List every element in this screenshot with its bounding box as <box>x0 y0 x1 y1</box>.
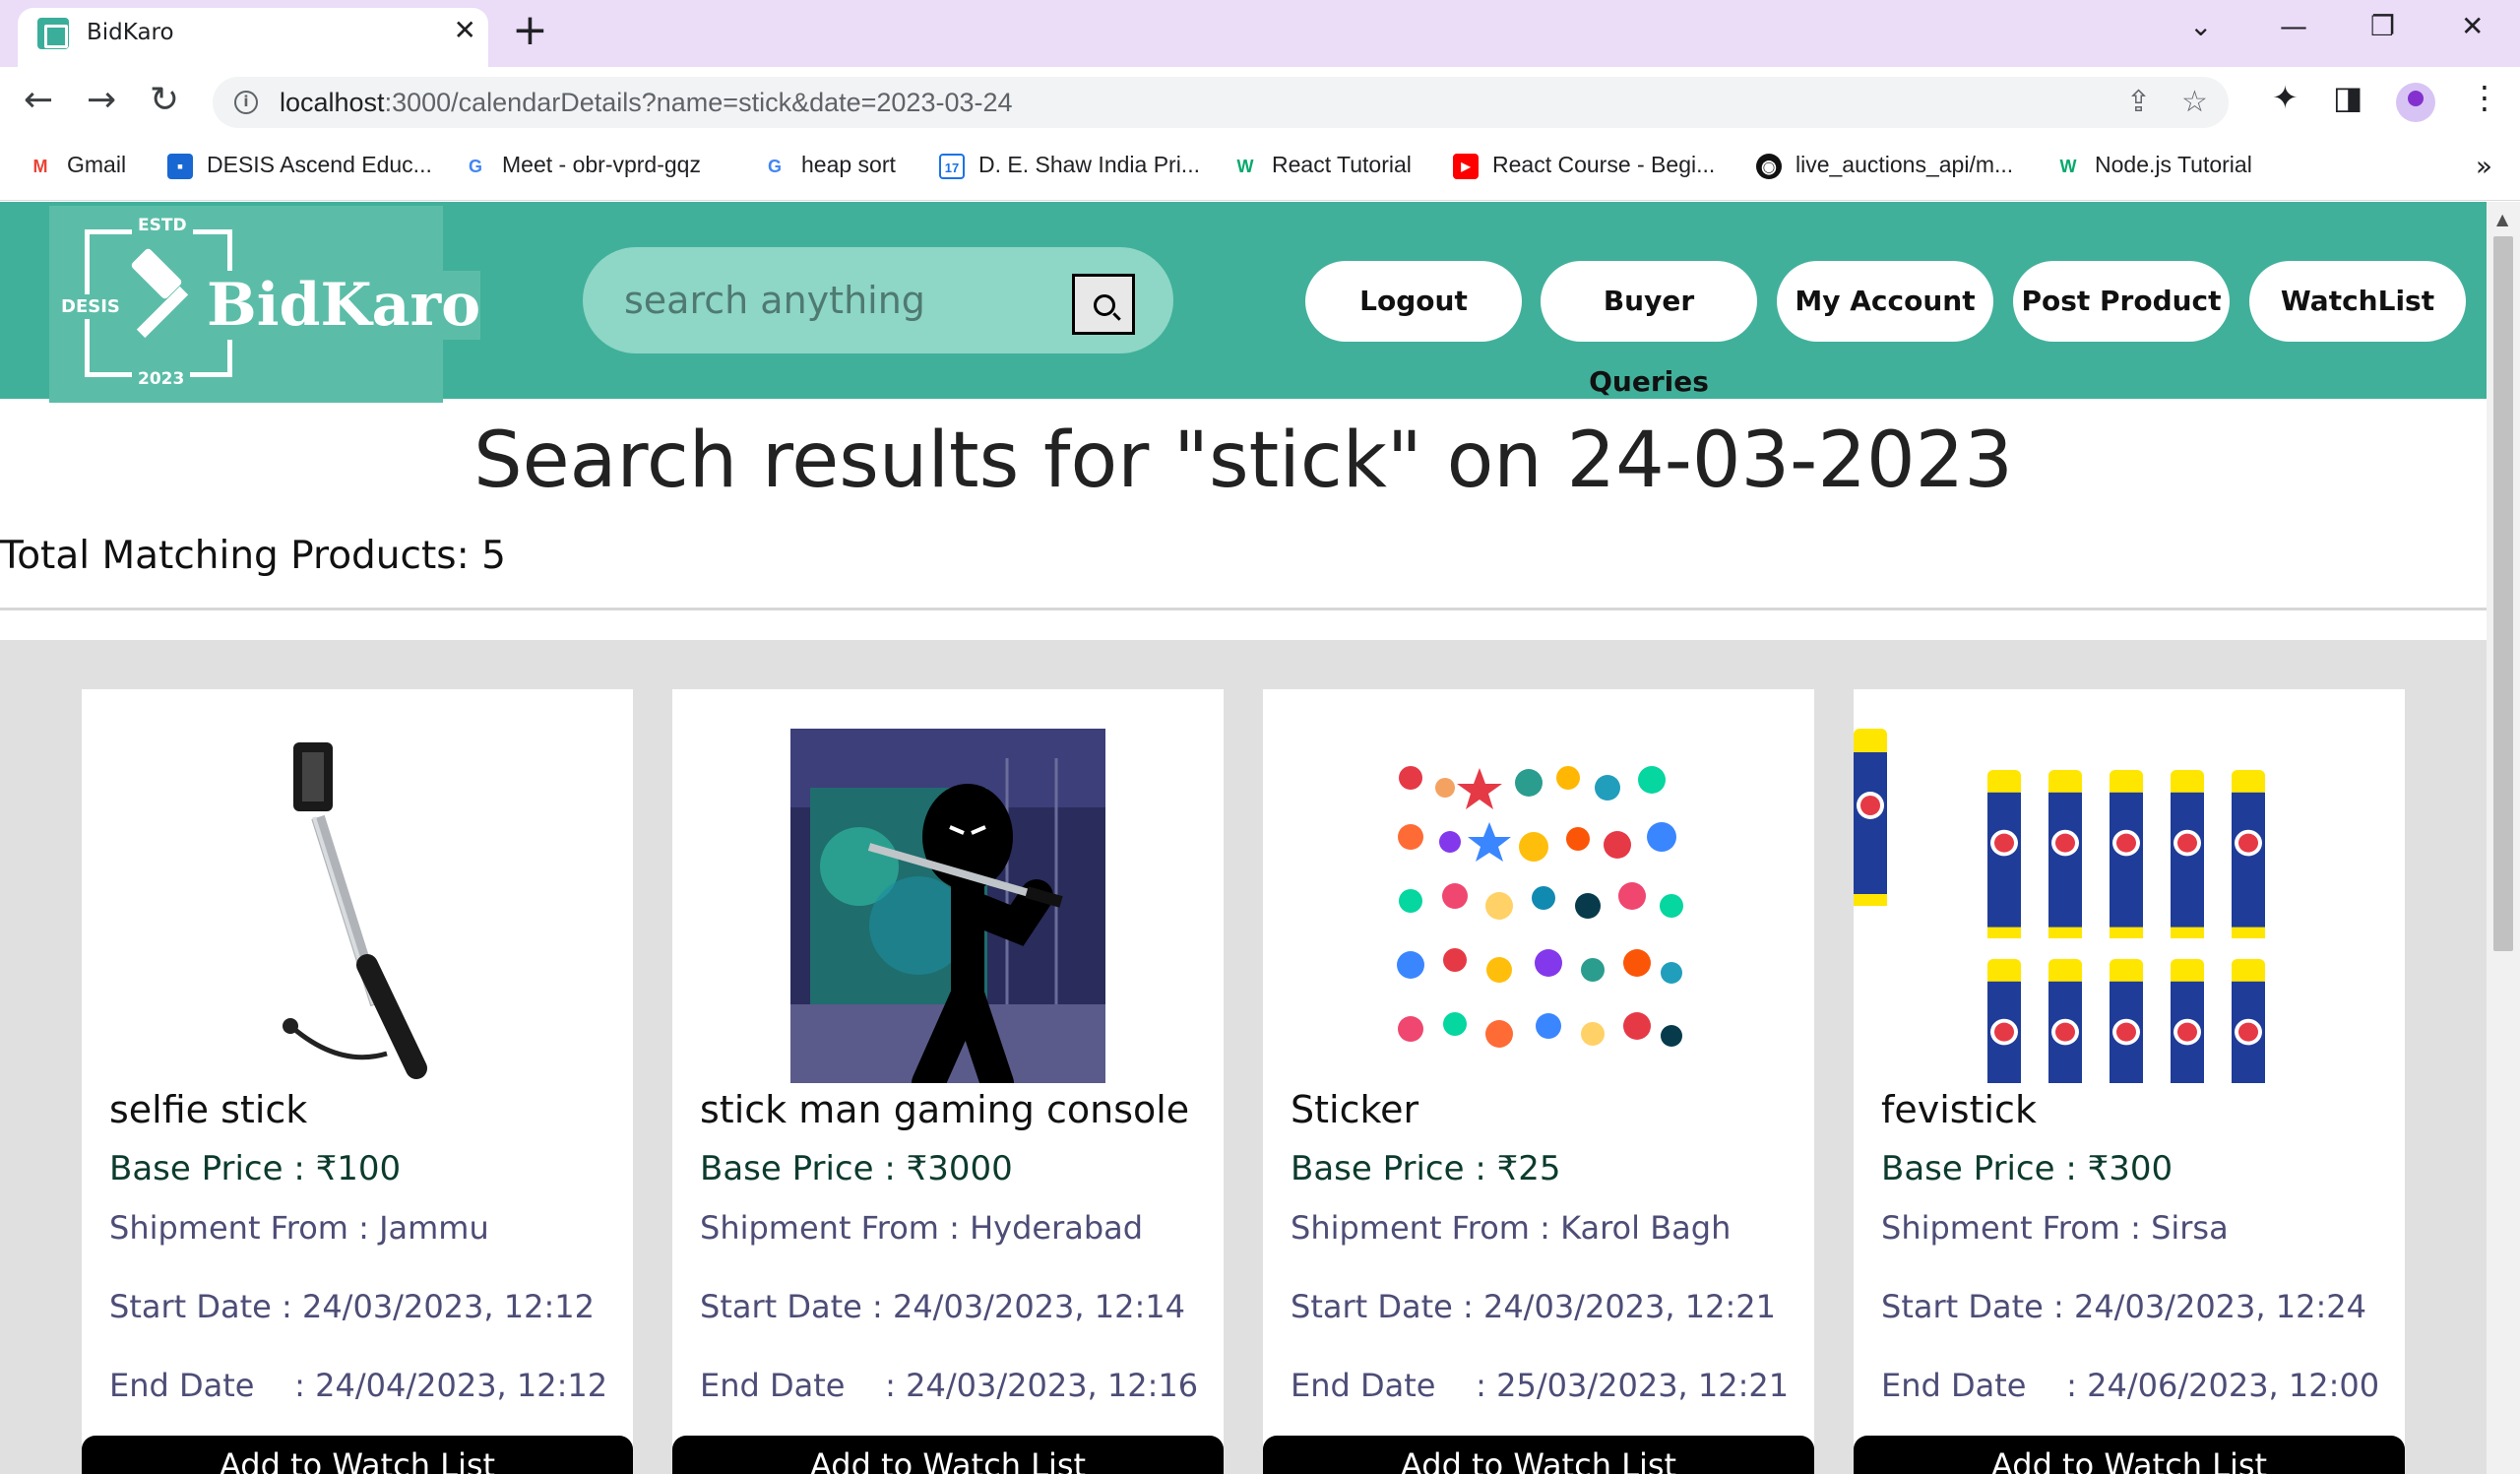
bookmark-item[interactable]: W React Tutorial <box>1232 152 1412 179</box>
w3schools-icon: W <box>1236 156 1254 176</box>
bookmark-item[interactable]: M Gmail <box>28 152 127 179</box>
product-start-date: Start Date : 24/03/2023, 12:12 <box>109 1288 595 1325</box>
add-to-watchlist-button[interactable]: Add to Watch List <box>82 1436 633 1474</box>
product-name: fevistick <box>1881 1088 2037 1131</box>
tab-close-icon[interactable]: ✕ <box>454 14 476 46</box>
tab-search-chevron-icon[interactable]: ⌄ <box>2189 10 2212 42</box>
page-content: ESTD DESIS BidKaro 2023 Logout Buyer Que… <box>0 202 2487 1474</box>
product-start-date: Start Date : 24/03/2023, 12:24 <box>1881 1288 2366 1325</box>
side-panel-icon[interactable]: ◨ <box>2333 79 2362 116</box>
bookmarks-bar: M Gmail ▪ DESIS Ascend Educ... G Meet - obr… <box>0 138 2520 201</box>
browser-tab[interactable]: BidKaro ✕ <box>18 8 488 67</box>
profile-avatar-icon[interactable] <box>2396 83 2435 122</box>
add-to-watchlist-button[interactable]: Add to Watch List <box>1854 1436 2405 1474</box>
browser-tab-bar: BidKaro ✕ + ⌄ — ❐ ✕ <box>0 0 2520 67</box>
product-shipment: Shipment From : Karol Bagh <box>1291 1209 1732 1247</box>
browser-toolbar: ← → ↻ i localhost:3000/calendarDetails?n… <box>0 67 2520 138</box>
product-shipment: Shipment From : Jammu <box>109 1209 489 1247</box>
logo-estd: ESTD <box>132 216 193 235</box>
scroll-thumb[interactable] <box>2493 236 2513 951</box>
bookmark-item[interactable]: W Node.js Tutorial <box>2055 152 2252 179</box>
forward-arrow-icon[interactable]: → <box>87 81 116 120</box>
product-name: Sticker <box>1291 1088 1419 1131</box>
product-card[interactable]: fevistick Base Price : ₹300 Shipment Fro… <box>1854 689 2405 1474</box>
search-icon <box>1094 294 1115 316</box>
extensions-icon[interactable]: ✦ <box>2272 79 2299 116</box>
logo-name: BidKaro <box>207 271 481 340</box>
youtube-icon: ▶ <box>1453 153 1479 179</box>
product-end-date: End Date : 24/03/2023, 12:16 <box>700 1367 1199 1404</box>
tab-title: BidKaro <box>87 20 174 45</box>
product-card[interactable]: selfie stick Base Price : ₹100 Shipment … <box>82 689 633 1474</box>
product-end-date: End Date : 24/04/2023, 12:12 <box>109 1367 608 1404</box>
bookmark-item[interactable]: ◉ live_auctions_api/m... <box>1756 152 2013 179</box>
product-end-date: End Date : 25/03/2023, 12:21 <box>1291 1367 1790 1404</box>
restore-icon[interactable]: ❐ <box>2370 10 2395 42</box>
scroll-up-arrow-icon[interactable]: ▲ <box>2496 210 2508 228</box>
classroom-icon: ▪ <box>167 153 193 179</box>
total-matching-products: Total Matching Products: 5 <box>0 534 506 578</box>
reload-icon[interactable]: ↻ <box>150 81 179 120</box>
stickers-image <box>1381 748 1696 1063</box>
url-text: localhost:3000/calendarDetails?name=stic… <box>280 88 1013 117</box>
new-tab-icon[interactable]: + <box>512 6 548 55</box>
stickman-image <box>790 729 1105 1083</box>
product-price: Base Price : ₹100 <box>109 1149 402 1188</box>
more-bookmarks-icon[interactable]: » <box>2476 150 2492 182</box>
google-icon: G <box>767 156 782 176</box>
product-name: selfie stick <box>109 1088 308 1131</box>
product-price: Base Price : ₹3000 <box>700 1149 1013 1188</box>
product-shipment: Shipment From : Hyderabad <box>700 1209 1144 1247</box>
site-info-icon[interactable]: i <box>234 91 258 114</box>
page-title: Search results for "stick" on 24-03-2023 <box>473 417 2013 505</box>
product-shipment: Shipment From : Sirsa <box>1881 1209 2229 1247</box>
my-account-button[interactable]: My Account <box>1777 261 1993 342</box>
product-card[interactable]: stick man gaming console Base Price : ₹3… <box>672 689 1224 1474</box>
product-price: Base Price : ₹300 <box>1881 1149 2174 1188</box>
watchlist-button[interactable]: WatchList <box>2249 261 2466 342</box>
divider <box>0 608 2487 610</box>
bookmark-item[interactable]: ▪ DESIS Ascend Educ... <box>167 152 432 179</box>
bidkaro-favicon-icon <box>37 18 69 49</box>
address-bar[interactable]: i localhost:3000/calendarDetails?name=st… <box>213 77 2229 128</box>
minimize-icon[interactable]: — <box>2280 10 2307 42</box>
product-end-date: End Date : 24/06/2023, 12:00 <box>1881 1367 2380 1404</box>
glue-sticks-image <box>1854 729 2265 1083</box>
bookmark-item[interactable]: ▶ React Course - Begi... <box>1453 152 1715 179</box>
product-price: Base Price : ₹25 <box>1291 1149 1561 1188</box>
search-button[interactable] <box>1072 274 1135 335</box>
calendar-icon: 17 <box>939 153 965 179</box>
window-close-icon[interactable]: ✕ <box>2461 10 2484 42</box>
share-icon[interactable]: ⇪ <box>2126 85 2151 119</box>
post-product-button[interactable]: Post Product <box>2013 261 2230 342</box>
site-header: ESTD DESIS BidKaro 2023 Logout Buyer Que… <box>0 202 2487 403</box>
bookmark-item[interactable]: Gheap sort <box>762 152 896 179</box>
logo-desis: DESIS <box>61 294 120 319</box>
google-icon: G <box>468 156 482 176</box>
logo-year: 2023 <box>132 369 191 389</box>
buyer-queries-button[interactable]: Buyer Queries <box>1541 261 1757 398</box>
w3schools-icon: W <box>2059 156 2077 176</box>
bookmark-item[interactable]: 17 D. E. Shaw India Pri... <box>939 152 1200 179</box>
search-input[interactable] <box>624 275 1057 326</box>
product-start-date: Start Date : 24/03/2023, 12:14 <box>700 1288 1185 1325</box>
product-card[interactable]: Sticker Base Price : ₹25 Shipment From :… <box>1263 689 1814 1474</box>
gmail-icon: M <box>32 156 48 176</box>
page-scrollbar[interactable]: ▲ <box>2487 202 2520 1474</box>
bidkaro-logo[interactable]: ESTD DESIS BidKaro 2023 <box>49 206 481 403</box>
browser-menu-icon[interactable]: ⋮ <box>2469 79 2500 116</box>
add-to-watchlist-button[interactable]: Add to Watch List <box>1263 1436 1814 1474</box>
search-bar <box>583 247 1173 353</box>
back-arrow-icon[interactable]: ← <box>24 81 53 120</box>
add-to-watchlist-button[interactable]: Add to Watch List <box>672 1436 1224 1474</box>
bookmark-item[interactable]: G Meet - obr-vprd-gqz <box>463 152 701 179</box>
bookmark-star-icon[interactable]: ☆ <box>2181 85 2208 119</box>
product-grid: selfie stick Base Price : ₹100 Shipment … <box>0 640 2487 1474</box>
github-icon: ◉ <box>1756 153 1782 179</box>
product-name: stick man gaming console <box>700 1088 1190 1131</box>
selfie-stick-image <box>283 742 427 1079</box>
logout-button[interactable]: Logout <box>1305 261 1522 342</box>
product-start-date: Start Date : 24/03/2023, 12:21 <box>1291 1288 1776 1325</box>
